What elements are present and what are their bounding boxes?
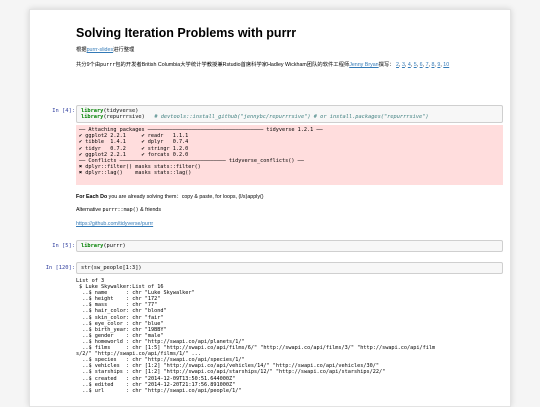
- jenny-bryan-link[interactable]: Jenny Bryan: [349, 62, 378, 68]
- cell2-prompt: In [5]:: [52, 243, 75, 249]
- authors-code: purrr: [100, 62, 116, 68]
- authors-text1: 共分9个由: [76, 62, 101, 68]
- purrr-github-link[interactable]: https://github.com/tidyverse/purrr: [76, 221, 153, 227]
- library-keyword: library: [81, 243, 104, 249]
- library-arg: (tidyverse): [103, 108, 139, 114]
- library-arg: (repurrrsive): [103, 114, 155, 121]
- notebook-title: Solving Iteration Problems with purrr: [76, 26, 297, 40]
- alternative-code: purrr::map(): [102, 207, 139, 213]
- purrr-github-line: https://github.com/tidyverse/purrr: [76, 221, 153, 228]
- cell3-prompt: In [120]:: [45, 265, 75, 271]
- cell1-prompt: In [4]:: [52, 108, 75, 114]
- authors-text2: 包的开发者British Columbia大学统计学教授兼Rstudio首席科学…: [115, 62, 350, 68]
- intro-prefix: 根据: [76, 47, 87, 53]
- parts-links: 2, 3, 4, 5, 6, 7, 8, 9, 10: [396, 62, 449, 68]
- alternative-line: Alternative purrr::map() & friends: [76, 207, 161, 214]
- attach-packages-output: ── Attaching packages ──────────────────…: [76, 125, 503, 185]
- install-comment: # devtools::install_github("jennybc/repu…: [154, 114, 429, 121]
- intro-suffix: 进行整理: [113, 47, 135, 53]
- intro-line: 根据purrr-slides进行整理: [76, 47, 134, 54]
- authors-text3: 撰写：: [378, 62, 395, 68]
- authors-line: 共分9个由purrr包的开发者British Columbia大学统计学教授兼R…: [76, 62, 449, 69]
- library-keyword: library: [81, 114, 104, 121]
- purrr-slides-link[interactable]: purrr-slides: [87, 47, 114, 53]
- foreachdo-text: you are already solving them：copy & past…: [107, 194, 264, 200]
- cell1-code[interactable]: library(tidyverse) library(repurrrsive) …: [76, 105, 503, 123]
- foreachdo-bold: For Each Do: [76, 194, 108, 200]
- notebook-page: Solving Iteration Problems with purrr 根据…: [29, 9, 511, 407]
- library-arg: (purrr): [103, 243, 126, 249]
- alternative-suffix: & friends: [138, 207, 161, 213]
- alternative-prefix: Alternative: [76, 207, 103, 213]
- library-keyword: library: [81, 108, 104, 114]
- cell3-code[interactable]: str(sw_people[1:3]): [76, 262, 503, 274]
- cell2-code[interactable]: library(purrr): [76, 240, 503, 252]
- stderr-line: ✖ dplyr::lag() masks stats::lag(): [79, 170, 192, 177]
- part-link-10[interactable]: 10: [443, 62, 449, 68]
- foreachdo-line: For Each Do you are already solving them…: [76, 194, 264, 201]
- output-line: ..$ url : chr "http://swapi.co/api/peopl…: [76, 387, 242, 394]
- str-output: List of 3 $ Luke Skywalker:List of 16 ..…: [76, 278, 506, 406]
